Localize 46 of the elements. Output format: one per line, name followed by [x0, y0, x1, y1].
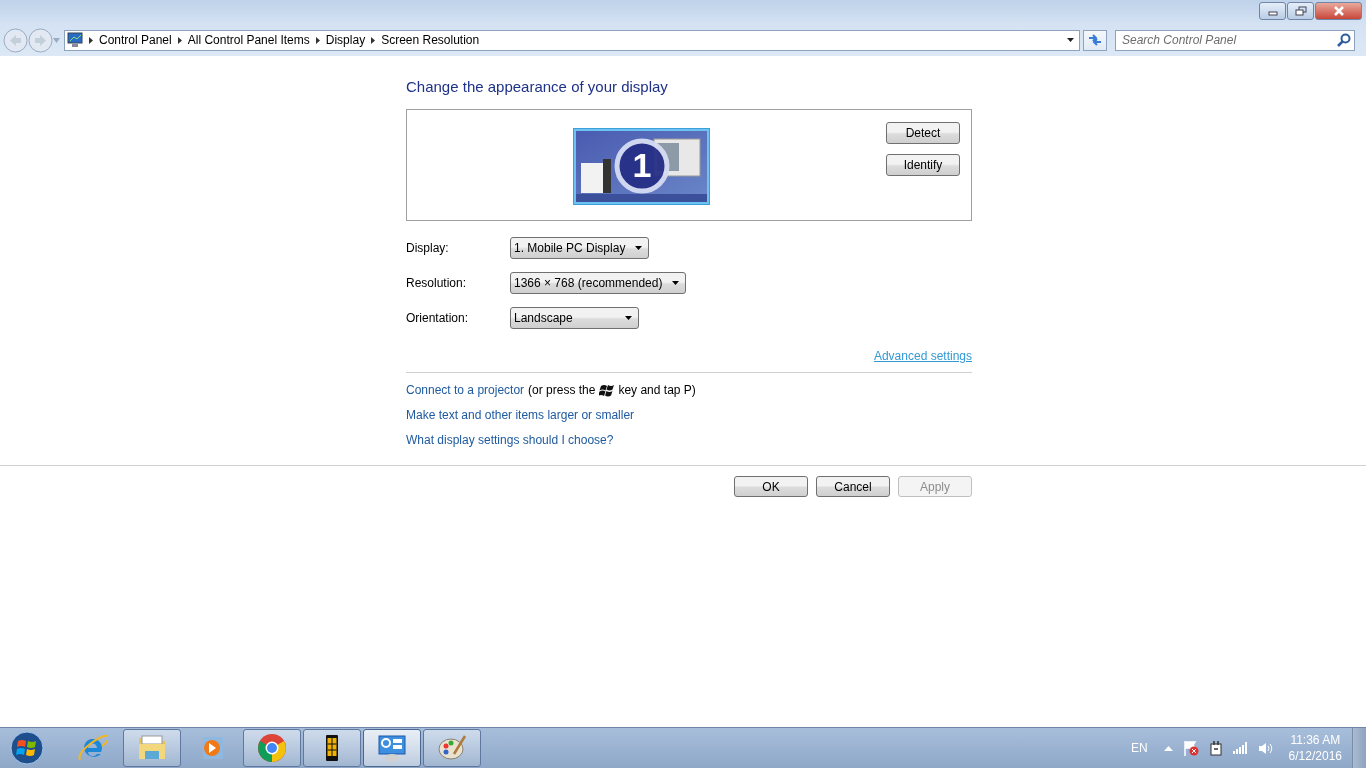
monitor-tile[interactable]: 1: [574, 129, 709, 204]
close-button[interactable]: [1315, 2, 1362, 20]
refresh-icon: [1088, 34, 1102, 46]
close-icon: [1332, 6, 1345, 16]
search-field[interactable]: Search Control Panel: [1115, 29, 1355, 51]
windows-logo-icon: [599, 383, 615, 397]
setting-label: Display:: [406, 241, 450, 255]
breadcrumb-item[interactable]: Screen Resolution: [381, 33, 480, 47]
dropdown-arrow-icon[interactable]: [1067, 38, 1074, 42]
monitor-number: 1: [631, 144, 653, 186]
dialog-button[interactable]: Cancel: [816, 476, 890, 497]
flag-icon[interactable]: [1182, 740, 1199, 756]
chevron-icon[interactable]: [177, 36, 182, 44]
projector-link[interactable]: Connect to a projector: [406, 383, 525, 397]
breadcrumb-item[interactable]: Control Panel: [99, 33, 172, 47]
dialog-button[interactable]: OK: [734, 476, 808, 497]
monitor-panel-icon: [376, 732, 408, 764]
restore-button[interactable]: [1287, 2, 1314, 20]
settings-link[interactable]: What display settings should I choose?: [406, 433, 614, 447]
breadcrumb-item[interactable]: All Control Panel Items: [187, 33, 310, 47]
preview-button[interactable]: Detect: [886, 122, 960, 144]
taskbar-button[interactable]: [303, 729, 361, 767]
restore-icon: [1294, 6, 1307, 16]
monitor-icon: [67, 32, 83, 48]
caret-icon: [672, 281, 680, 285]
setting-label: Resolution:: [406, 276, 468, 290]
breadcrumb-item[interactable]: Display: [325, 33, 366, 47]
round-browser-icon: [256, 732, 288, 764]
preview-button[interactable]: Identify: [886, 154, 960, 176]
projector-hint: Connect to a projector (or press the key and tap P): [406, 382, 697, 398]
power-plug-icon[interactable]: [1208, 740, 1223, 756]
chevron-icon[interactable]: [371, 36, 376, 44]
caret-icon: [625, 316, 632, 320]
setting-dropdown[interactable]: 1. Mobile PC Display: [510, 237, 650, 259]
chevron-icon[interactable]: [89, 36, 93, 44]
address-bar[interactable]: Control Panel All Control Panel Items Display Screen Resolution: [64, 29, 1080, 51]
chevron-icon[interactable]: [315, 36, 320, 44]
search-icon[interactable]: [1337, 32, 1351, 47]
settings-link[interactable]: Make text and other items larger or smaller: [406, 408, 635, 422]
page-heading: Change the appearance of your display: [406, 77, 669, 97]
refresh-button[interactable]: [1083, 29, 1107, 51]
setting-dropdown[interactable]: 1366 × 768 (recommended): [510, 272, 687, 294]
minimize-button[interactable]: [1259, 2, 1286, 20]
setting-label: Orientation:: [406, 311, 470, 325]
setting-dropdown[interactable]: Landscape: [510, 307, 639, 329]
caret-icon: [635, 246, 643, 250]
